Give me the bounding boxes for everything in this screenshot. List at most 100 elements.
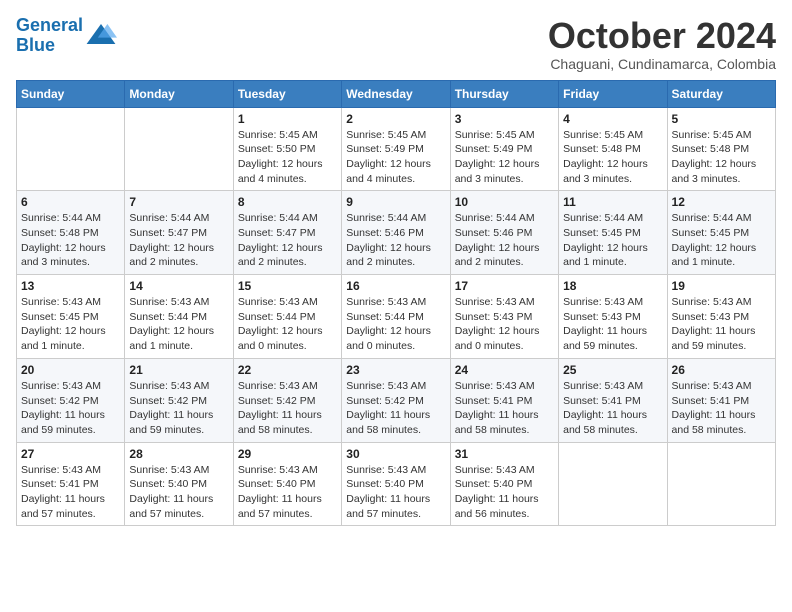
calendar-week-row: 20 Sunrise: 5:43 AMSunset: 5:42 PMDayligh… [17,358,776,442]
day-info: Sunrise: 5:43 AMSunset: 5:44 PMDaylight:… [238,295,337,354]
calendar-cell: 9 Sunrise: 5:44 AMSunset: 5:46 PMDaylight… [342,191,450,275]
day-info: Sunrise: 5:43 AMSunset: 5:42 PMDaylight:… [238,379,337,438]
calendar-cell: 22Sunrise: 5:43 AMSunset: 5:42 PMDayligh… [233,358,341,442]
calendar-cell: 21 Sunrise: 5:43 AMSunset: 5:42 PMDayligh… [125,358,233,442]
page-header: General Blue October 2024 Chaguani, Cund… [16,16,776,72]
day-number: 10 [455,195,554,209]
day-info: Sunrise: 5:43 AMSunset: 5:42 PMDaylight:… [21,379,120,438]
day-number: 21 [129,363,228,377]
weekday-header: Friday [559,80,667,107]
day-info: Sunrise: 5:45 AMSunset: 5:49 PMDaylight:… [346,128,445,187]
calendar-cell: 7Sunrise: 5:44 AMSunset: 5:47 PMDaylight… [125,191,233,275]
calendar-header-row: SundayMondayTuesdayWednesdayThursdayFrid… [17,80,776,107]
title-block: October 2024 Chaguani, Cundinamarca, Col… [548,16,776,72]
calendar-cell: 12 Sunrise: 5:44 AMSunset: 5:45 PMDayligh… [667,191,775,275]
calendar-cell: 13 Sunrise: 5:43 AMSunset: 5:45 PMDayligh… [17,275,125,359]
day-number: 30 [346,447,445,461]
calendar-cell: 26 Sunrise: 5:43 AMSunset: 5:41 PMDayligh… [667,358,775,442]
day-number: 25 [563,363,662,377]
calendar-cell: 3 Sunrise: 5:45 AMSunset: 5:49 PMDaylight… [450,107,558,191]
day-info: Sunrise: 5:43 AMSunset: 5:41 PMDaylight:… [672,379,771,438]
calendar-cell: 19 Sunrise: 5:43 AMSunset: 5:43 PMDayligh… [667,275,775,359]
day-info: Sunrise: 5:43 AMSunset: 5:44 PMDaylight:… [346,295,445,354]
weekday-header: Sunday [17,80,125,107]
day-info: Sunrise: 5:45 AMSunset: 5:50 PMDaylight:… [238,128,337,187]
day-info: Sunrise: 5:43 AMSunset: 5:41 PMDaylight:… [563,379,662,438]
calendar-cell: 30 Sunrise: 5:43 AMSunset: 5:40 PMDayligh… [342,442,450,526]
calendar-week-row: 1 Sunrise: 5:45 AMSunset: 5:50 PMDaylight… [17,107,776,191]
day-number: 31 [455,447,554,461]
calendar-cell: 20 Sunrise: 5:43 AMSunset: 5:42 PMDayligh… [17,358,125,442]
day-number: 4 [563,112,662,126]
day-number: 28 [129,447,228,461]
calendar-cell: 15Sunrise: 5:43 AMSunset: 5:44 PMDayligh… [233,275,341,359]
calendar-cell: 28Sunrise: 5:43 AMSunset: 5:40 PMDayligh… [125,442,233,526]
calendar-cell: 5Sunrise: 5:45 AMSunset: 5:48 PMDaylight… [667,107,775,191]
day-info: Sunrise: 5:43 AMSunset: 5:40 PMDaylight:… [238,463,337,522]
calendar-cell: 2 Sunrise: 5:45 AMSunset: 5:49 PMDaylight… [342,107,450,191]
day-info: Sunrise: 5:43 AMSunset: 5:43 PMDaylight:… [672,295,771,354]
calendar-cell: 31Sunrise: 5:43 AMSunset: 5:40 PMDayligh… [450,442,558,526]
day-number: 1 [238,112,337,126]
day-info: Sunrise: 5:44 AMSunset: 5:47 PMDaylight:… [238,211,337,270]
calendar-cell: 6Sunrise: 5:44 AMSunset: 5:48 PMDaylight… [17,191,125,275]
day-info: Sunrise: 5:44 AMSunset: 5:46 PMDaylight:… [455,211,554,270]
logo-text: General Blue [16,16,83,56]
day-number: 29 [238,447,337,461]
day-info: Sunrise: 5:44 AMSunset: 5:45 PMDaylight:… [563,211,662,270]
day-info: Sunrise: 5:45 AMSunset: 5:49 PMDaylight:… [455,128,554,187]
day-number: 20 [21,363,120,377]
day-number: 9 [346,195,445,209]
day-number: 2 [346,112,445,126]
calendar-cell: 23Sunrise: 5:43 AMSunset: 5:42 PMDayligh… [342,358,450,442]
calendar-cell: 25 Sunrise: 5:43 AMSunset: 5:41 PMDayligh… [559,358,667,442]
day-info: Sunrise: 5:43 AMSunset: 5:43 PMDaylight:… [563,295,662,354]
calendar-cell: 11 Sunrise: 5:44 AMSunset: 5:45 PMDayligh… [559,191,667,275]
day-info: Sunrise: 5:43 AMSunset: 5:40 PMDaylight:… [346,463,445,522]
calendar-table: SundayMondayTuesdayWednesdayThursdayFrid… [16,80,776,527]
day-info: Sunrise: 5:43 AMSunset: 5:43 PMDaylight:… [455,295,554,354]
day-info: Sunrise: 5:44 AMSunset: 5:46 PMDaylight:… [346,211,445,270]
weekday-header: Thursday [450,80,558,107]
day-number: 18 [563,279,662,293]
day-info: Sunrise: 5:45 AMSunset: 5:48 PMDaylight:… [563,128,662,187]
calendar-cell: 17 Sunrise: 5:43 AMSunset: 5:43 PMDayligh… [450,275,558,359]
calendar-cell: 10 Sunrise: 5:44 AMSunset: 5:46 PMDayligh… [450,191,558,275]
calendar-cell [559,442,667,526]
calendar-week-row: 13 Sunrise: 5:43 AMSunset: 5:45 PMDayligh… [17,275,776,359]
day-info: Sunrise: 5:44 AMSunset: 5:45 PMDaylight:… [672,211,771,270]
calendar-cell: 8 Sunrise: 5:44 AMSunset: 5:47 PMDaylight… [233,191,341,275]
calendar-cell: 18 Sunrise: 5:43 AMSunset: 5:43 PMDayligh… [559,275,667,359]
calendar-cell: 14 Sunrise: 5:43 AMSunset: 5:44 PMDayligh… [125,275,233,359]
day-number: 13 [21,279,120,293]
day-number: 5 [672,112,771,126]
location-subtitle: Chaguani, Cundinamarca, Colombia [548,56,776,72]
calendar-week-row: 27Sunrise: 5:43 AMSunset: 5:41 PMDayligh… [17,442,776,526]
weekday-header: Monday [125,80,233,107]
day-info: Sunrise: 5:43 AMSunset: 5:41 PMDaylight:… [455,379,554,438]
day-number: 14 [129,279,228,293]
weekday-header: Wednesday [342,80,450,107]
day-info: Sunrise: 5:43 AMSunset: 5:44 PMDaylight:… [129,295,228,354]
month-title: October 2024 [548,16,776,56]
day-number: 11 [563,195,662,209]
calendar-cell: 27Sunrise: 5:43 AMSunset: 5:41 PMDayligh… [17,442,125,526]
calendar-cell: 16Sunrise: 5:43 AMSunset: 5:44 PMDayligh… [342,275,450,359]
day-info: Sunrise: 5:43 AMSunset: 5:41 PMDaylight:… [21,463,120,522]
day-info: Sunrise: 5:43 AMSunset: 5:42 PMDaylight:… [346,379,445,438]
calendar-cell: 1 Sunrise: 5:45 AMSunset: 5:50 PMDaylight… [233,107,341,191]
calendar-cell [667,442,775,526]
weekday-header: Saturday [667,80,775,107]
day-info: Sunrise: 5:43 AMSunset: 5:42 PMDaylight:… [129,379,228,438]
calendar-week-row: 6Sunrise: 5:44 AMSunset: 5:48 PMDaylight… [17,191,776,275]
day-number: 8 [238,195,337,209]
day-number: 12 [672,195,771,209]
day-number: 3 [455,112,554,126]
day-number: 7 [129,195,228,209]
day-info: Sunrise: 5:43 AMSunset: 5:45 PMDaylight:… [21,295,120,354]
day-number: 19 [672,279,771,293]
calendar-cell [17,107,125,191]
day-number: 26 [672,363,771,377]
calendar-cell [125,107,233,191]
day-number: 17 [455,279,554,293]
